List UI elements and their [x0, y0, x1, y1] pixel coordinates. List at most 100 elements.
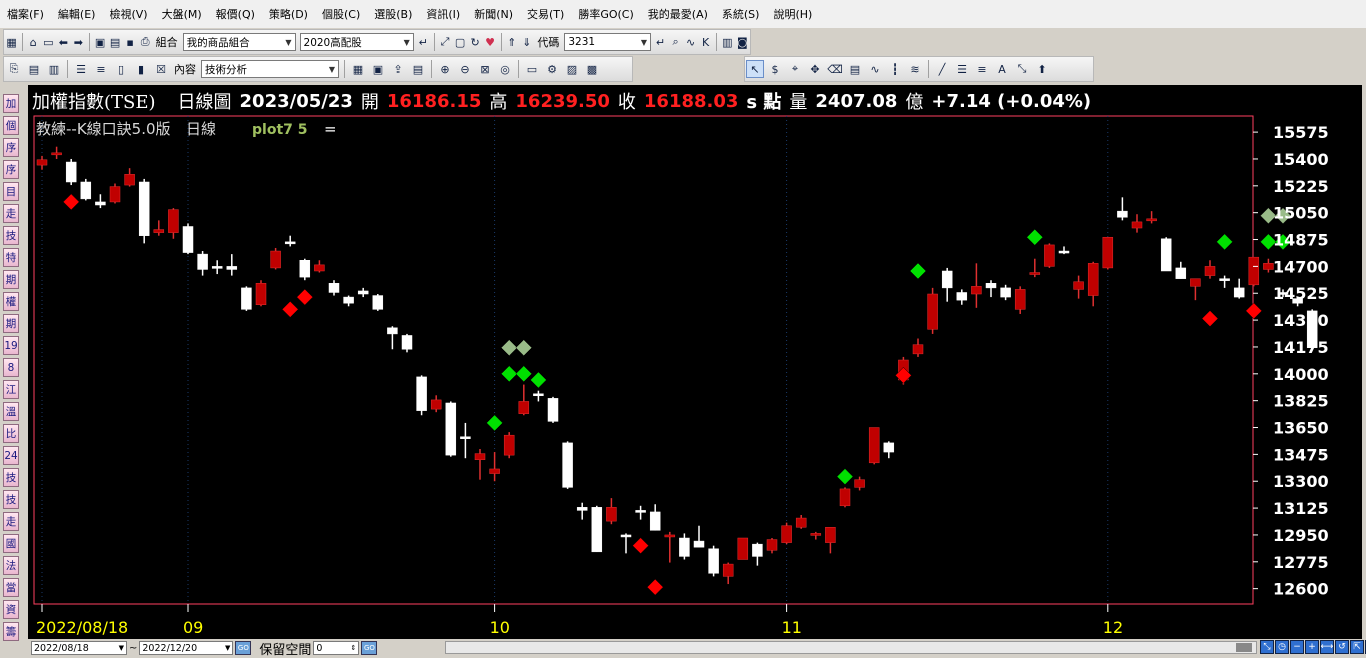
zoom-out-icon[interactable]: −	[1290, 640, 1304, 654]
sidebar-button[interactable]: 8	[3, 358, 19, 377]
page-icon[interactable]: ▭	[42, 33, 55, 51]
candlestick-chart[interactable]: 教練--K線口訣5.0版 日線 plot7 5 = 15575 15400 1522…	[28, 85, 1362, 639]
go-button[interactable]: GO	[235, 641, 252, 655]
move-icon[interactable]: ✥	[806, 60, 824, 78]
sidebar-button[interactable]: 溫	[3, 402, 19, 421]
export-icon[interactable]: ⇱	[1350, 640, 1364, 654]
layout-columns-icon[interactable]: ▯	[112, 60, 130, 78]
frame-icon[interactable]: ▣	[369, 60, 387, 78]
menu-item[interactable]: 檢視(V)	[102, 6, 154, 22]
copy-icon[interactable]: ⎘	[5, 60, 23, 78]
search-icon[interactable]: ⌕	[669, 33, 682, 51]
candle-icon[interactable]: ┇	[886, 60, 904, 78]
eraser-icon[interactable]: ⌫	[826, 60, 844, 78]
open-folder-icon[interactable]: ▣	[94, 33, 107, 51]
forward-arrow-icon[interactable]: ➡	[72, 33, 85, 51]
camera-icon[interactable]: ◙	[736, 33, 749, 51]
sidebar-button[interactable]: 期	[3, 270, 19, 289]
home-icon[interactable]: ⌂	[27, 33, 40, 51]
menu-item[interactable]: 選股(B)	[367, 6, 419, 22]
export-icon[interactable]: ⇪	[389, 60, 407, 78]
sidebar-button[interactable]: 技	[3, 490, 19, 509]
document-icon[interactable]: ▤	[109, 33, 122, 51]
sidebar-button[interactable]: 技	[3, 226, 19, 245]
clock-icon[interactable]: ◷	[1275, 640, 1289, 654]
scroll-thumb[interactable]	[1236, 643, 1252, 652]
sidebar-button[interactable]: 19	[3, 336, 19, 355]
close-window-icon[interactable]: ☒	[152, 60, 170, 78]
menu-item[interactable]: 策略(D)	[262, 6, 315, 22]
menu-item[interactable]: 說明(H)	[766, 6, 819, 22]
menu-item[interactable]: 資訊(I)	[419, 6, 467, 22]
zoom-out-icon[interactable]: ⊖	[456, 60, 474, 78]
grid-icon[interactable]: ▦	[349, 60, 367, 78]
layout-rows-icon[interactable]: ☰	[72, 60, 90, 78]
note-icon[interactable]: ▤	[846, 60, 864, 78]
sidebar-button[interactable]: 比	[3, 424, 19, 443]
sidebar-button[interactable]: 個	[3, 116, 19, 135]
fit-width-icon[interactable]: ⟷	[1320, 640, 1334, 654]
menu-item[interactable]: 勝率GO(C)	[571, 6, 640, 22]
menu-item[interactable]: 系統(S)	[715, 6, 767, 22]
menu-item[interactable]: 新聞(N)	[467, 6, 520, 22]
sidebar-button[interactable]: 期	[3, 314, 19, 333]
table-icon[interactable]: ▤	[409, 60, 427, 78]
menu-item[interactable]: 報價(Q)	[209, 6, 262, 22]
dollar-icon[interactable]: $	[766, 60, 784, 78]
resize-box-icon[interactable]: ⤡	[1013, 60, 1031, 78]
date-from-select[interactable]: 2022/08/18 ▼	[31, 641, 127, 655]
menu-item[interactable]: 我的最愛(A)	[641, 6, 715, 22]
menu-item[interactable]: 編輯(E)	[51, 6, 103, 22]
back-arrow-icon[interactable]: ⬅	[57, 33, 70, 51]
enter-icon[interactable]: ↵	[417, 33, 430, 51]
sidebar-button[interactable]: 走	[3, 512, 19, 531]
k-chart-icon[interactable]: K	[699, 33, 712, 51]
target-icon[interactable]: ◎	[496, 60, 514, 78]
save-icon[interactable]: ▪	[124, 33, 137, 51]
sidebar-button[interactable]: 序	[3, 138, 19, 157]
go-button-2[interactable]: GO	[361, 641, 378, 655]
color-grid-icon[interactable]: ▩	[583, 60, 601, 78]
reset-icon[interactable]: ↺	[1335, 640, 1349, 654]
format-icon[interactable]: ▨	[563, 60, 581, 78]
sidebar-button[interactable]: 技	[3, 468, 19, 487]
group-select[interactable]: 我的商品組合 ▼	[182, 33, 296, 51]
sidebar-button[interactable]: 權	[3, 292, 19, 311]
zoom-in-icon[interactable]: +	[1305, 640, 1319, 654]
zoom-in-icon[interactable]: ⊕	[436, 60, 454, 78]
resize-icon[interactable]: ⤢	[438, 33, 451, 51]
sidebar-button[interactable]: 走	[3, 204, 19, 223]
text-tool-icon[interactable]: A	[993, 60, 1011, 78]
chart-line-icon[interactable]: ∿	[684, 33, 697, 51]
menu-item[interactable]: 檔案(F)	[0, 6, 51, 22]
notes-icon[interactable]: ▥	[721, 33, 734, 51]
settings-icon[interactable]: ⚙	[543, 60, 561, 78]
double-down-icon[interactable]: ⇓	[520, 33, 533, 51]
sidebar-button[interactable]: 當	[3, 578, 19, 597]
sidebar-button[interactable]: 目	[3, 182, 19, 201]
layout-list-icon[interactable]: ≡	[92, 60, 110, 78]
content-select[interactable]: 技術分析 ▼	[201, 60, 339, 78]
keep-space-input[interactable]: 0 ⇕	[313, 641, 360, 655]
wave-icon[interactable]: ≋	[906, 60, 924, 78]
refresh-icon[interactable]: ↻	[469, 33, 482, 51]
code-input[interactable]: 3231 ▼	[564, 33, 651, 51]
layout-cols3-icon[interactable]: ▮	[132, 60, 150, 78]
line-tool-icon[interactable]: ╱	[933, 60, 951, 78]
sidebar-button[interactable]: 加	[3, 94, 19, 113]
clipboard-icon[interactable]: ▥	[45, 60, 63, 78]
window-icon[interactable]: ▢	[454, 33, 467, 51]
sidebar-button[interactable]: 資	[3, 600, 19, 619]
menu-item[interactable]: 大盤(M)	[155, 6, 209, 22]
chart-scrollbar[interactable]	[445, 641, 1257, 654]
expand-icon[interactable]: ⤡	[1260, 640, 1274, 654]
sidebar-button[interactable]: 24	[3, 446, 19, 465]
sidebar-button[interactable]: 特	[3, 248, 19, 267]
pointer-icon[interactable]: ↖	[746, 60, 764, 78]
line-width-icon[interactable]: ≡	[973, 60, 991, 78]
crosshair-icon[interactable]: ⌖	[786, 60, 804, 78]
chart-icon[interactable]: ∿	[866, 60, 884, 78]
sidebar-button[interactable]: 江	[3, 380, 19, 399]
portfolio-select[interactable]: 2020高配股 ▼	[299, 33, 414, 51]
sidebar-button[interactable]: 國	[3, 534, 19, 553]
